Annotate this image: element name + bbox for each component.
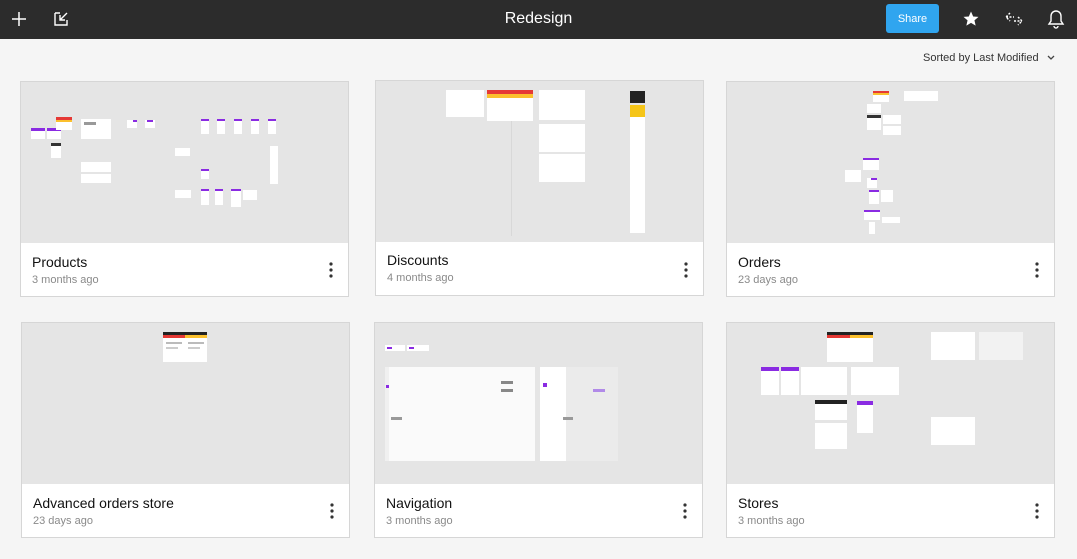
file-modified: 4 months ago [387, 272, 454, 284]
more-options-icon[interactable] [677, 500, 693, 522]
share-button[interactable]: Share [886, 4, 939, 33]
file-name: Navigation [386, 495, 453, 511]
import-icon[interactable] [49, 7, 73, 31]
more-options-icon[interactable] [1029, 500, 1045, 522]
sort-dropdown[interactable]: Sorted by Last Modified [923, 52, 1055, 64]
file-thumbnail[interactable] [375, 323, 702, 484]
file-name: Products [32, 254, 88, 270]
file-card[interactable]: Orders 23 days ago [726, 81, 1055, 297]
star-icon[interactable] [959, 7, 983, 31]
bell-icon[interactable] [1044, 7, 1068, 31]
file-card[interactable]: Stores 3 months ago [726, 322, 1055, 538]
chevron-down-icon [1047, 52, 1055, 64]
file-card[interactable]: Navigation 3 months ago [374, 322, 703, 538]
file-card[interactable]: Products 3 months ago [20, 81, 349, 297]
sort-label: Sorted by Last Modified [923, 52, 1039, 64]
file-modified: 3 months ago [32, 274, 99, 286]
file-modified: 23 days ago [33, 515, 93, 527]
more-options-icon[interactable] [1029, 259, 1045, 281]
file-thumbnail[interactable] [727, 323, 1054, 484]
file-name: Stores [738, 495, 779, 511]
more-options-icon[interactable] [324, 500, 340, 522]
top-bar: Redesign Share [0, 0, 1077, 39]
file-name: Orders [738, 254, 781, 270]
file-thumbnail[interactable] [727, 82, 1054, 243]
present-icon[interactable] [1002, 7, 1026, 31]
plus-icon[interactable] [7, 7, 31, 31]
file-modified: 3 months ago [738, 515, 805, 527]
file-name: Discounts [387, 252, 449, 268]
file-card[interactable]: Discounts 4 months ago [375, 80, 704, 296]
file-modified: 3 months ago [386, 515, 453, 527]
file-name: Advanced orders store [33, 495, 174, 511]
file-thumbnail[interactable] [22, 323, 349, 484]
more-options-icon[interactable] [678, 259, 694, 281]
file-thumbnail[interactable] [21, 82, 348, 243]
file-thumbnail[interactable] [376, 81, 703, 242]
file-modified: 23 days ago [738, 274, 798, 286]
file-card[interactable]: Advanced orders store 23 days ago [21, 322, 350, 538]
more-options-icon[interactable] [323, 259, 339, 281]
